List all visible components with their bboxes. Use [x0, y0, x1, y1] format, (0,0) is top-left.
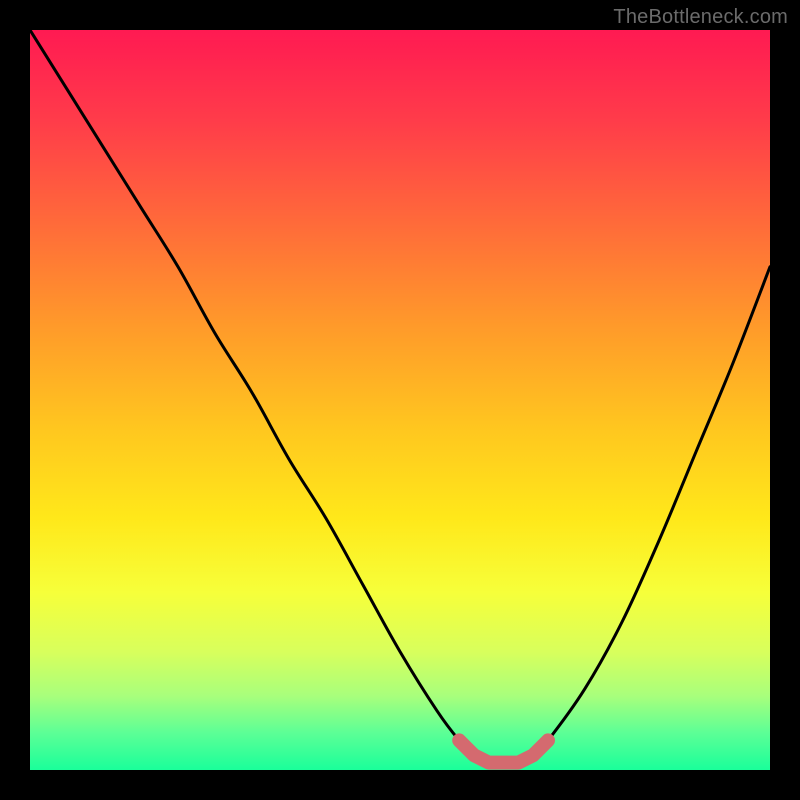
chart-svg — [30, 30, 770, 770]
watermark-text: TheBottleneck.com — [613, 6, 788, 29]
flat-region-markers — [459, 740, 548, 762]
chart-container: TheBottleneck.com — [0, 0, 800, 800]
bottleneck-curve — [30, 30, 770, 763]
plot-area — [30, 30, 770, 770]
